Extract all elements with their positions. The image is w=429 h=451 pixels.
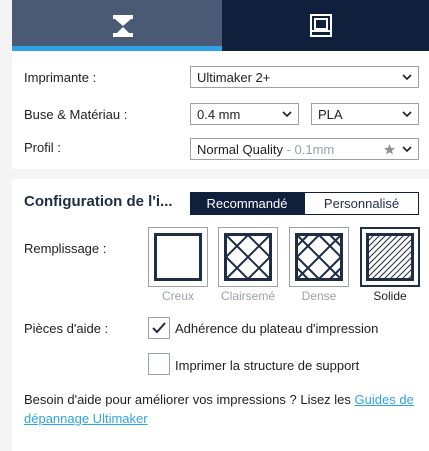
troubleshooting-link-part1[interactable]: Guides de [355, 392, 414, 407]
infill-caption-solid: Solide [373, 289, 407, 303]
chevron-down-icon [402, 74, 412, 81]
material-value: PLA [318, 106, 343, 122]
chevron-down-icon [282, 111, 292, 118]
help-text-body: Besoin d'aide pour améliorer vos impress… [24, 392, 355, 407]
adhesion-checkbox[interactable] [148, 317, 170, 339]
infill-caption-sparse: Clairsemé [220, 289, 275, 303]
profile-value: Normal Quality [197, 141, 283, 157]
nozzle-select[interactable]: 0.4 mm [190, 103, 299, 125]
help-text: Besoin d'aide pour améliorer vos impress… [24, 390, 424, 428]
adhesion-label: Adhérence du plateau d'impression [175, 321, 379, 336]
infill-option-solid[interactable] [360, 227, 420, 287]
infill-option-sparse[interactable] [218, 227, 278, 287]
printer-label: Imprimante : [24, 70, 97, 85]
printer-select[interactable]: Ultimaker 2+ [190, 66, 419, 88]
infill-option-dense[interactable] [289, 227, 349, 287]
tab-print-setup[interactable] [12, 0, 222, 51]
infill-hollow-icon [154, 233, 202, 281]
infill-caption-hollow: Creux [161, 289, 194, 303]
infill-sparse-icon [224, 233, 272, 281]
printer-value: Ultimaker 2+ [197, 69, 271, 85]
infill-option-hollow[interactable] [148, 227, 208, 287]
star-icon[interactable] [383, 143, 396, 156]
support-structure-label: Imprimer la structure de support [175, 358, 360, 373]
monitor-icon [310, 14, 332, 37]
print-mode-icon [113, 15, 133, 37]
tab-monitor[interactable] [222, 0, 429, 51]
tab-custom[interactable]: Personnalisé [304, 192, 419, 215]
chevron-down-icon [402, 146, 412, 153]
support-label: Pièces d'aide : [24, 321, 109, 336]
nozzle-material-label: Buse & Matériau : [24, 107, 128, 122]
support-checkbox[interactable] [148, 353, 170, 375]
profile-suffix: - 0.1mm [282, 141, 335, 157]
infill-caption-dense: Dense [301, 289, 337, 303]
tab-recommended[interactable]: Recommandé [190, 192, 304, 215]
checkmark-icon [152, 322, 166, 334]
chevron-down-icon [402, 111, 412, 118]
infill-solid-icon [366, 233, 414, 281]
material-select[interactable]: PLA [311, 103, 419, 125]
configuration-title: Configuration de l'i... [24, 193, 173, 210]
infill-label: Remplissage : [24, 241, 107, 256]
infill-dense-icon [295, 233, 343, 281]
profile-select[interactable]: Normal Quality - 0.1mm [190, 138, 419, 160]
troubleshooting-link-part2[interactable]: dépannage Ultimaker [24, 411, 148, 426]
profile-label: Profil : [24, 140, 61, 155]
nozzle-value: 0.4 mm [197, 106, 241, 122]
